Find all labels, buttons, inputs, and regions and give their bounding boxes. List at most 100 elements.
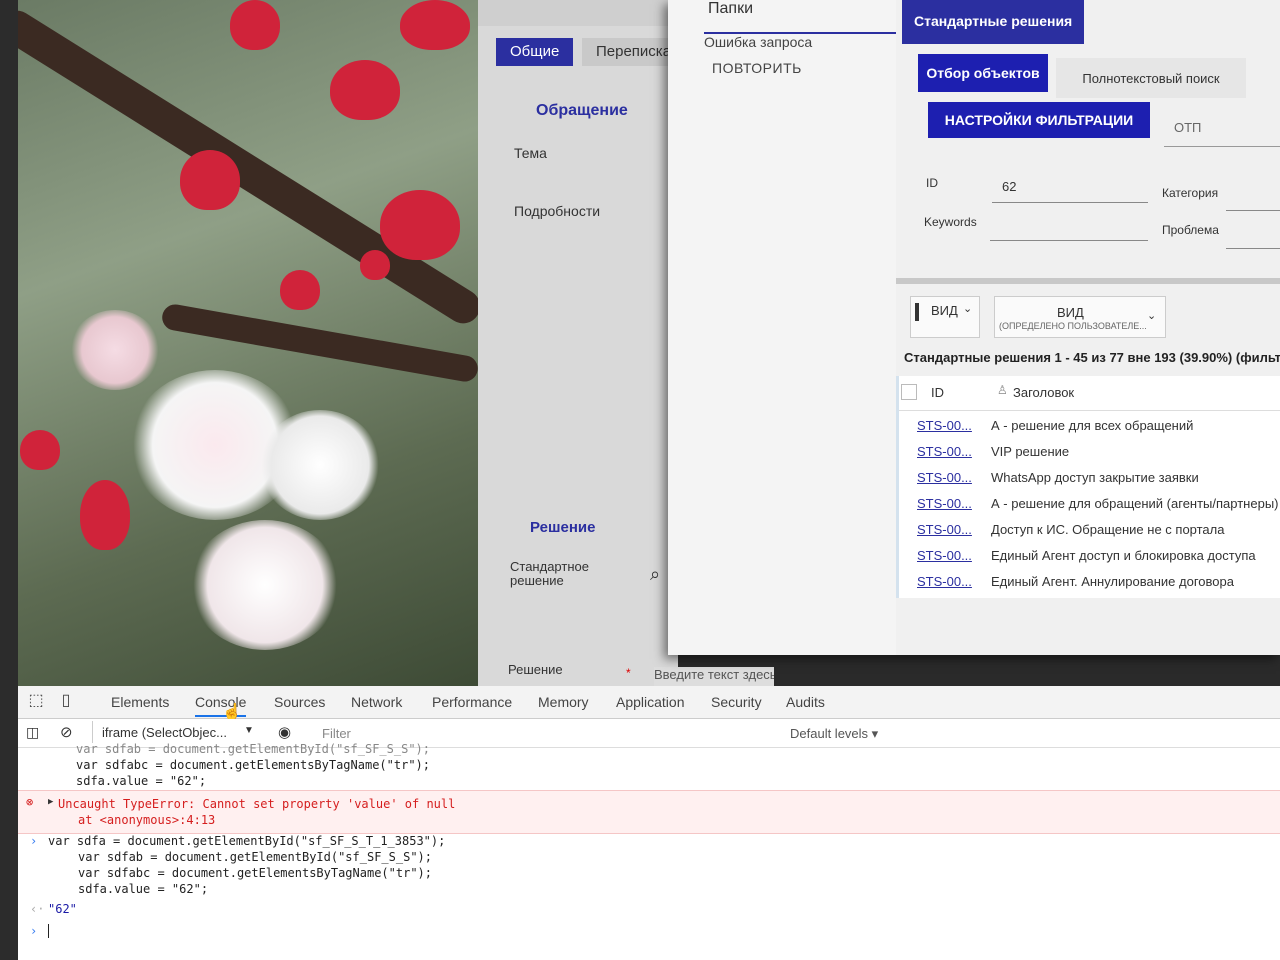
keywords-input[interactable] [990,210,1148,241]
row-id-link[interactable]: STS-00... [917,418,972,433]
table-header: ID ♙ Заголовок [899,376,1280,411]
sidebar-toggle-icon[interactable]: ◫ [26,724,39,741]
console-input-line: sdfa.value = "62"; [78,882,209,896]
console-prompt-input[interactable] [48,924,49,938]
desktop-wallpaper [0,0,480,690]
folders-title: Папки [708,0,753,17]
standard-solution-label: Стандартное решение [510,559,589,588]
row-id-link[interactable]: STS-00... [917,522,972,537]
row-title: Единый Агент. Аннулирование договора [991,574,1234,589]
background-form-window: Общие Переписка Обращение Тема Подробнос… [478,0,686,690]
bud [400,0,470,50]
devtools-tab-bar: ⬚ ▯ Elements Console Sources Network Per… [18,686,1280,721]
section-solution-heading[interactable]: Решение [530,519,595,536]
tab-audits[interactable]: Audits [786,694,825,710]
chevron-down-icon: ⌄ [1147,310,1157,322]
view-selector-1[interactable]: ВИД ⌄ [910,296,980,338]
console-input-line: var sdfab = document.getElementById("sf_… [78,850,433,864]
problem-input[interactable] [1226,218,1280,249]
search-icon[interactable]: ⌕ [650,564,660,585]
category-input[interactable] [1226,180,1280,211]
row-id-link[interactable]: STS-00... [917,496,972,511]
solution-text-input[interactable]: Введите текст здесь... [654,667,774,687]
request-error-text: Ошибка запроса [704,34,813,50]
prompt-chevron-icon: › [30,924,38,938]
inspect-element-icon[interactable]: ⬚ [26,691,46,711]
standard-solutions-window: Папки Ошибка запроса ПОВТОРИТЬ Стандартн… [668,0,1280,655]
object-filter-tab[interactable]: Отбор объектов [918,54,1048,92]
console-input-line: var sdfabc = document.getElementsByTagNa… [78,866,433,880]
row-title: WhatsApp доступ закрытие заявки [991,470,1199,485]
eye-icon[interactable]: ◉ [278,723,291,741]
view-label: ВИД [931,303,958,318]
tab-memory[interactable]: Memory [538,694,589,710]
devtools-panel: ⬚ ▯ Elements Console Sources Network Per… [18,686,1280,960]
table-row[interactable]: STS-00... VIP решение [899,440,1280,466]
row-title: Доступ к ИС. Обращение не с портала [991,522,1225,537]
console-input-line: var sdfa = document.getElementById("sf_S… [48,834,446,848]
person-icon: ♙ [997,383,1008,397]
row-id-link[interactable]: STS-00... [917,470,972,485]
table-row[interactable]: STS-00... А - решение для обращений (аген… [899,492,1280,518]
bud [20,430,60,470]
blossom [70,310,160,390]
select-all-checkbox[interactable] [901,384,917,400]
tab-general[interactable]: Общие [496,38,574,66]
row-title: А - решение для обращений (агенты/партне… [991,496,1279,511]
row-title: А - решение для всех обращений [991,418,1194,433]
table-row[interactable]: STS-00... Единый Агент. Аннулирование дог… [899,570,1280,596]
row-id-link[interactable]: STS-00... [917,548,972,563]
chevron-down-icon[interactable]: ▼ [244,725,254,736]
filter-settings-button[interactable]: НАСТРОЙКИ ФИЛЬТРАЦИИ [928,102,1150,138]
table-row[interactable]: STS-00... Доступ к ИС. Обращение не с пор… [899,518,1280,544]
required-asterisk: * [626,666,631,680]
form-toolbar [478,0,678,26]
tab-application[interactable]: Application [616,694,685,710]
toolbar-divider [92,721,93,743]
bud [380,190,460,260]
problem-label: Проблема [1162,223,1219,237]
log-levels-dropdown[interactable]: Default levels ▾ [790,726,878,742]
otp-label: ОТП [1174,120,1202,135]
device-toolbar-icon[interactable]: ▯ [56,691,76,711]
fulltext-search-tab[interactable]: Полнотекстовый поиск [1056,58,1246,98]
tab-performance[interactable]: Performance [432,694,512,710]
table-row[interactable]: STS-00... WhatsApp доступ закрытие заявки [899,466,1280,492]
bud [360,250,390,280]
input-chevron-icon: › [30,834,38,848]
expand-triangle-icon[interactable]: ▶ [48,797,53,807]
tab-network[interactable]: Network [351,694,402,710]
error-message: Uncaught TypeError: Cannot set property … [58,797,456,811]
error-location[interactable]: at <anonymous>:4:13 [78,813,215,827]
solutions-table: ID ♙ Заголовок STS-00... А - решение для … [896,376,1280,598]
monitor-bezel [0,0,18,960]
table-row[interactable]: STS-00... Единый Агент доступ и блокировк… [899,544,1280,570]
section-request-heading: Обращение [536,102,628,119]
column-title-header[interactable]: Заголовок [1013,385,1074,400]
filter-input[interactable]: Filter [322,726,351,741]
branch [0,4,480,330]
subject-label: Тема [514,145,547,161]
view-sublabel: (ОПРЕДЕЛЕНО ПОЛЬЗОВАТЕЛЕ... [999,321,1147,331]
bud [330,60,400,120]
panel-divider [896,278,1280,284]
result-arrow-icon: ‹· [30,902,45,916]
retry-button[interactable]: ПОВТОРИТЬ [712,60,802,76]
id-input[interactable] [992,170,1148,203]
tab-security[interactable]: Security [711,694,762,710]
results-summary: Стандартные решения 1 - 45 из 77 вне 193… [904,350,1280,365]
console-line: sdfa.value = "62"; [76,774,207,788]
row-id-link[interactable]: STS-00... [917,444,972,459]
tab-elements[interactable]: Elements [111,694,169,710]
details-label: Подробности [514,203,601,219]
tab-standard-solutions[interactable]: Стандартные решения [902,0,1085,44]
view-selector-2[interactable]: ВИД (ОПРЕДЕЛЕНО ПОЛЬЗОВАТЕЛЕ... ⌄ [994,296,1166,338]
solution-label: Решение [508,662,563,677]
context-selector[interactable]: iframe (SelectObjec... [102,725,227,740]
table-row[interactable]: STS-00... А - решение для всех обращений [899,414,1280,440]
clear-console-icon[interactable]: ⊘ [60,723,73,741]
category-label: Категория [1162,186,1219,200]
row-id-link[interactable]: STS-00... [917,574,972,589]
column-id-header[interactable]: ID [931,385,944,400]
tab-sources[interactable]: Sources [274,694,325,710]
